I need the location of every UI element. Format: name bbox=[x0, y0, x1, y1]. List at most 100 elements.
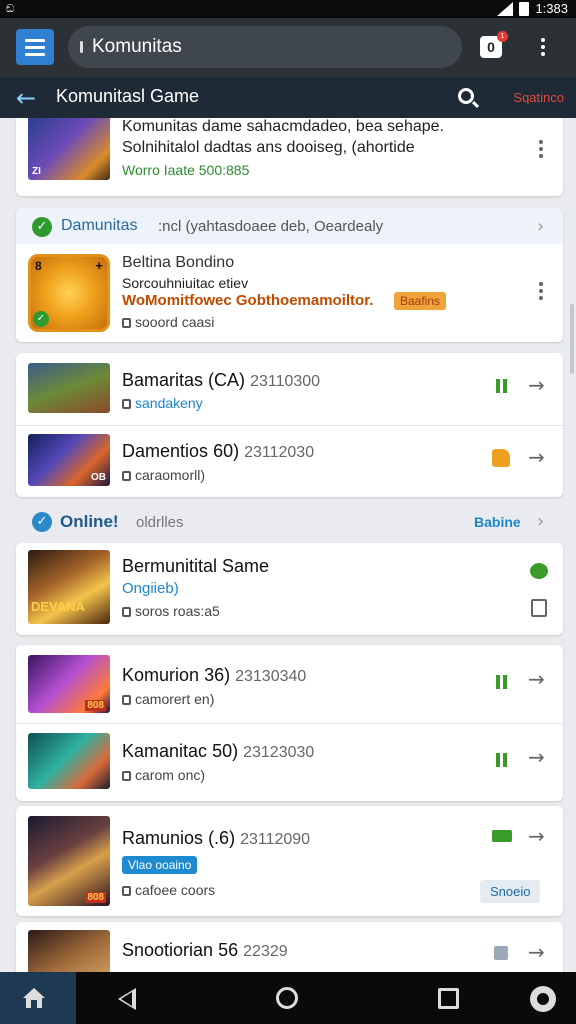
status-time: 1:383 bbox=[535, 1, 568, 16]
promo-meta: sooord caasi bbox=[122, 314, 214, 330]
status-indicator bbox=[503, 379, 507, 393]
promo-body[interactable]: 8 + ✓ Beltina Bondino Sorcouhniuitac eti… bbox=[16, 244, 563, 342]
profile-icon[interactable] bbox=[530, 986, 556, 1012]
check-icon: ✓ bbox=[32, 512, 52, 532]
section-title: Online! bbox=[60, 512, 119, 531]
promo-tag: Baafins bbox=[394, 292, 447, 310]
coin-icon: 8 + ✓ bbox=[28, 254, 110, 332]
item-meta: caraomorll) bbox=[122, 467, 205, 483]
item-name: Bamaritas (CA) 23110300 bbox=[122, 370, 321, 390]
online-section-header[interactable]: ✓ Online! oldrlles Babine › bbox=[16, 504, 563, 540]
controller-icon bbox=[492, 830, 512, 842]
home-circle-icon[interactable] bbox=[276, 987, 298, 1009]
content-scroll[interactable]: ZI Komunitas dame sahacmdadeo, bea sehap… bbox=[0, 118, 576, 972]
item-name: Damentios 60) 23112030 bbox=[122, 441, 315, 461]
game-thumbnail: ZI bbox=[28, 118, 110, 180]
featured-line: Komunitas dame sahacmdadeo, bea sehape. bbox=[122, 118, 444, 135]
arrow-right-icon[interactable]: → bbox=[528, 667, 545, 691]
more-options-icon[interactable] bbox=[539, 282, 543, 300]
game-card[interactable]: 808 Ramunios (.6) 23112090 Vlao ooaino c… bbox=[16, 806, 563, 916]
snoeio-button[interactable]: Snoeio bbox=[480, 880, 541, 903]
promo-card[interactable]: ✓ Damunitas :ncl (yahtasdoaee deb, Oeard… bbox=[16, 208, 563, 342]
menu-button[interactable] bbox=[16, 29, 54, 65]
search-value: Komunitas bbox=[92, 36, 182, 57]
promo-line: Sorcouhniuitac etiev bbox=[122, 275, 249, 291]
status-bar: ඞ 1:383 bbox=[0, 0, 576, 18]
promo-header[interactable]: ✓ Damunitas :ncl (yahtasdoaee deb, Oeard… bbox=[16, 208, 563, 244]
game-thumbnail: DEVANA bbox=[28, 550, 110, 624]
status-pill: Vlao ooaino bbox=[122, 856, 198, 874]
notification-badge: 1 bbox=[497, 31, 508, 42]
lock-icon bbox=[122, 399, 131, 409]
item-sub: sandakeny bbox=[122, 395, 203, 411]
item-name: Komurion 36) 23130340 bbox=[122, 665, 307, 685]
system-nav-bar bbox=[0, 972, 576, 1024]
promo-highlight: WoMomitfowec Gobthoemamoiltor. bbox=[122, 292, 374, 309]
game-thumbnail bbox=[28, 930, 110, 972]
arrow-right-icon[interactable]: → bbox=[528, 745, 545, 769]
overflow-menu-icon[interactable] bbox=[541, 38, 545, 56]
back-icon[interactable] bbox=[118, 988, 136, 1010]
lock-icon bbox=[122, 695, 131, 705]
game-thumbnail: 808 bbox=[28, 816, 110, 906]
battery-icon bbox=[519, 1, 530, 16]
search-icon[interactable] bbox=[458, 88, 474, 104]
lock-icon bbox=[122, 471, 131, 481]
promo-header-sub: :ncl (yahtasdoaee deb, Oeardealy bbox=[158, 218, 384, 235]
section-action-link[interactable]: Babine bbox=[474, 514, 521, 530]
list-item[interactable]: Bamaritas (CA) 23110300 sandakeny → bbox=[16, 353, 563, 425]
title-bar: ← Komunitasl Game Sqatinco bbox=[0, 78, 576, 118]
lock-icon bbox=[122, 318, 131, 328]
lock-icon bbox=[122, 607, 131, 617]
page-title: Komunitasl Game bbox=[56, 86, 200, 106]
item-sub: Ongiieb) bbox=[122, 580, 179, 597]
status-indicator bbox=[496, 379, 500, 393]
more-options-icon[interactable] bbox=[539, 140, 543, 158]
featured-line: Solnihitalol dadtas ans dooiseg, (ahorti… bbox=[122, 139, 415, 156]
signal-icon bbox=[497, 1, 514, 16]
chevron-right-icon: › bbox=[537, 511, 545, 532]
home-tab[interactable] bbox=[0, 972, 76, 1024]
status-indicator bbox=[496, 675, 500, 689]
home-icon bbox=[23, 988, 45, 1008]
item-meta: soros roas:a5 bbox=[122, 603, 220, 619]
document-icon bbox=[531, 599, 547, 617]
item-name: Bermunitital Same bbox=[122, 556, 270, 576]
list-item[interactable]: 808 Komurion 36) 23130340 camorert en) → bbox=[16, 645, 563, 723]
status-indicator bbox=[503, 753, 507, 767]
cat-icon: ඞ bbox=[6, 2, 15, 15]
scrollbar[interactable] bbox=[570, 304, 574, 374]
arrow-right-icon[interactable]: → bbox=[528, 940, 545, 964]
online-featured-card[interactable]: DEVANA Bermunitital Same Ongiieb) soros … bbox=[16, 543, 563, 635]
back-arrow-icon[interactable]: ← bbox=[16, 84, 36, 112]
promo-header-title: Damunitas bbox=[61, 217, 138, 234]
item-meta: carom onc) bbox=[122, 767, 205, 783]
list-card: 808 Komurion 36) 23130340 camorert en) →… bbox=[16, 645, 563, 801]
thumbs-up-icon bbox=[492, 449, 510, 467]
list-item[interactable]: OB Damentios 60) 23112030 caraomorll) → bbox=[16, 425, 563, 497]
promo-title: Beltina Bondino bbox=[122, 254, 235, 271]
search-input[interactable]: Komunitas bbox=[68, 26, 462, 68]
arrow-right-icon[interactable]: → bbox=[528, 445, 545, 469]
pause-icon bbox=[494, 946, 508, 960]
list-item[interactable]: Kamanitac 50) 23123030 carom onc) → bbox=[16, 723, 563, 801]
arrow-right-icon[interactable]: → bbox=[528, 373, 545, 397]
game-thumbnail: OB bbox=[28, 434, 110, 486]
game-card[interactable]: Snootiorian 56 22329 → bbox=[16, 922, 563, 972]
recents-icon[interactable] bbox=[438, 988, 459, 1009]
status-indicator bbox=[496, 753, 500, 767]
item-meta: camorert en) bbox=[122, 691, 214, 707]
list-card: Bamaritas (CA) 23110300 sandakeny → OB D… bbox=[16, 353, 563, 497]
cursor-icon bbox=[80, 41, 83, 53]
game-thumbnail: 808 bbox=[28, 655, 110, 713]
title-action-link[interactable]: Sqatinco bbox=[513, 90, 564, 105]
featured-stats: Worro Iaate 500:885 bbox=[122, 162, 250, 178]
game-thumbnail bbox=[28, 363, 110, 413]
item-name: Ramunios (.6) 23112090 bbox=[122, 828, 311, 848]
arrow-right-icon[interactable]: → bbox=[528, 824, 545, 848]
featured-card[interactable]: ZI Komunitas dame sahacmdadeo, bea sehap… bbox=[16, 118, 563, 196]
lock-icon bbox=[122, 771, 131, 781]
lock-icon bbox=[122, 886, 131, 896]
leaf-icon bbox=[530, 563, 548, 579]
game-thumbnail bbox=[28, 733, 110, 789]
